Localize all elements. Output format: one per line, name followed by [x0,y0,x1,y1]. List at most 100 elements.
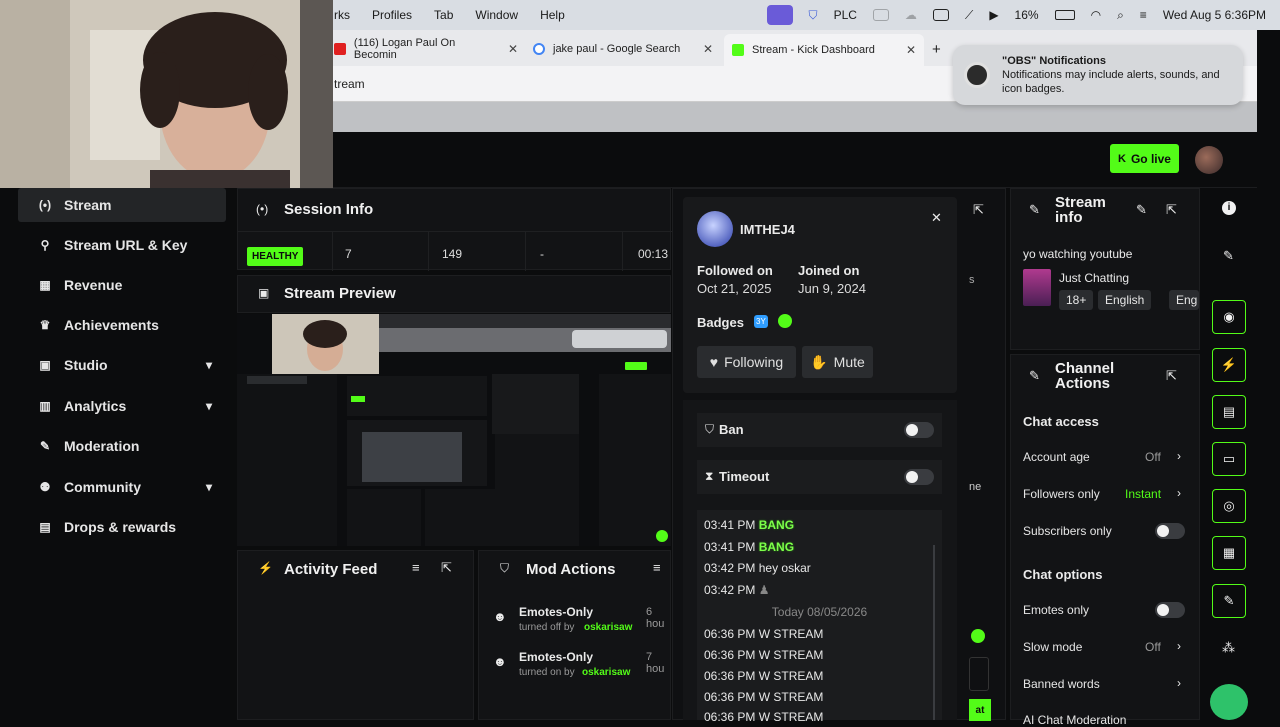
menu-item-profiles[interactable]: Profiles [372,8,412,22]
chat-line: 06:36 PM W STREAM [704,627,823,641]
mute-icon: ✋ [810,353,828,370]
avatar[interactable] [697,211,733,247]
lightning-icon[interactable]: ⚡ [1212,348,1246,382]
emotes-only-toggle[interactable] [1155,602,1185,618]
banned-words-label[interactable]: Banned words [1023,677,1100,691]
ai-moderation-label[interactable]: AI Chat Moderation [1023,713,1126,727]
browser-tab-active[interactable]: Stream - Kick Dashboard ✕ [724,34,924,66]
close-icon[interactable]: ✕ [906,43,916,57]
go-live-button[interactable]: K Go live [1110,144,1179,173]
ban-toggle[interactable] [904,422,934,438]
obs-notification[interactable]: "OBS" Notifications Notifications may in… [953,45,1243,105]
kick-icon: K [1118,152,1126,165]
sidebar-item-community[interactable]: ⚉ Community ▾ [18,470,226,504]
following-button[interactable]: ♥ Following [697,346,796,378]
sidebar-item-label: Analytics [64,398,127,414]
sidebar-item-analytics[interactable]: ▥ Analytics ▾ [18,389,226,423]
chevron-right-icon[interactable]: › [1177,639,1181,653]
slow-mode-value[interactable]: Off [1145,640,1161,654]
subscribers-only-label: Subscribers only [1023,524,1112,538]
category-name[interactable]: Just Chatting [1059,271,1129,285]
section-title: Chat options [1023,567,1103,582]
account-age-value[interactable]: Off [1145,450,1161,464]
menu-item-tab[interactable]: Tab [434,8,453,22]
mod-action-user[interactable]: oskarisaw [584,622,632,633]
wifi-icon[interactable]: ◠ [1091,8,1101,22]
popout-icon[interactable]: ⇱ [441,560,452,576]
badges-label: Badges [697,315,744,330]
chevron-down-icon[interactable]: ▾ [206,480,212,494]
emotes-only-label: Emotes only [1023,603,1090,617]
chevron-down-icon[interactable]: ▾ [206,358,212,372]
user-card-username[interactable]: IMTHEJ4 [740,222,795,237]
wrench-icon[interactable]: ✎ [1212,584,1246,618]
popout-icon[interactable]: ⇱ [1166,368,1177,384]
plc-label[interactable]: PLC [834,8,857,22]
scrollbar[interactable] [933,545,935,720]
stream-preview-video[interactable] [237,314,671,546]
popout-icon[interactable]: ⇱ [1166,202,1177,218]
popout-icon[interactable]: ⇱ [973,202,984,218]
mute-button[interactable]: ✋ Mute [802,346,873,378]
screen-record-icon[interactable] [766,5,793,25]
battery-percent[interactable]: 16% [1015,8,1039,22]
studio-icon: ▣ [39,358,51,372]
browser-tab[interactable]: (116) Logan Paul On Becomin ✕ [334,36,518,62]
followers-only-value[interactable]: Instant [1125,487,1161,501]
support-button[interactable] [1210,684,1248,720]
preview-icon: ▣ [258,286,270,300]
display-icon[interactable] [932,9,949,21]
send-button[interactable]: at [969,699,991,721]
edit-icon[interactable]: ✎ [1136,202,1147,218]
apps-icon[interactable]: ⁂ [1222,640,1235,656]
avatar[interactable] [1195,146,1223,174]
sidebar-item-studio[interactable]: ▣ Studio ▾ [18,348,226,382]
sidebar-item-stream[interactable]: (•) Stream [18,188,226,222]
chevron-right-icon[interactable]: › [1177,486,1181,500]
chat-time: 03:42 PM [704,561,756,575]
shield-icon: ⛉ [500,561,510,575]
chat-input[interactable] [969,657,989,691]
shield-icon[interactable]: ⛉ [809,8,818,23]
menu-item-app[interactable]: rks [334,8,350,22]
chat-icon[interactable]: ▭ [1212,442,1246,476]
datetime[interactable]: Wed Aug 5 6:36PM [1163,8,1266,22]
sidebar-item-stream-url-key[interactable]: ⚲ Stream URL & Key [18,228,226,262]
layout-icon[interactable]: ▦ [1212,536,1246,570]
emote-picker-icon[interactable] [971,629,985,643]
filter-icon[interactable]: ≡ [412,560,420,575]
filter-icon[interactable]: ≡ [653,560,661,575]
browser-tab[interactable]: jake paul - Google Search ✕ [533,36,713,62]
menu-item-window[interactable]: Window [475,8,518,22]
sidebar-item-drops-rewards[interactable]: ▤ Drops & rewards [18,510,226,544]
broadcast-icon[interactable]: ◎ [1212,489,1246,523]
close-icon[interactable]: ✕ [703,42,713,56]
search-icon[interactable]: ⌕ [1117,8,1124,23]
panel-title: Mod Actions [526,561,616,578]
new-tab-button[interactable]: + [932,36,941,62]
window-icon[interactable] [872,9,889,21]
chevron-down-icon[interactable]: ▾ [206,399,212,413]
cloud-icon[interactable]: ☁ [905,8,917,22]
info-icon[interactable]: i [1222,201,1236,215]
slash-icon[interactable]: ⟋ [965,8,973,23]
chat-line: 06:36 PM W STREAM [704,648,823,662]
chevron-right-icon[interactable]: › [1177,676,1181,690]
battery-icon[interactable] [1054,10,1075,20]
sidebar-item-revenue[interactable]: ▦ Revenue [18,268,226,302]
camera-icon[interactable]: ◉ [1212,300,1246,334]
edit-icon[interactable]: ✎ [1223,248,1234,264]
mod-action-user[interactable]: oskarisaw [582,667,630,678]
timeout-toggle[interactable] [904,469,934,485]
category-thumbnail [1023,269,1051,306]
play-icon[interactable]: ▶ [989,8,998,22]
sidebar-item-moderation[interactable]: ✎ Moderation [18,429,226,463]
close-icon[interactable]: ✕ [508,42,518,56]
menu-item-help[interactable]: Help [540,8,565,22]
document-icon[interactable]: ▤ [1212,395,1246,429]
subscribers-only-toggle[interactable] [1155,523,1185,539]
sidebar-item-achievements[interactable]: ♛ Achievements [18,308,226,342]
close-icon[interactable]: ✕ [931,210,942,226]
chevron-right-icon[interactable]: › [1177,449,1181,463]
control-center-icon[interactable]: ≡ [1140,8,1147,22]
